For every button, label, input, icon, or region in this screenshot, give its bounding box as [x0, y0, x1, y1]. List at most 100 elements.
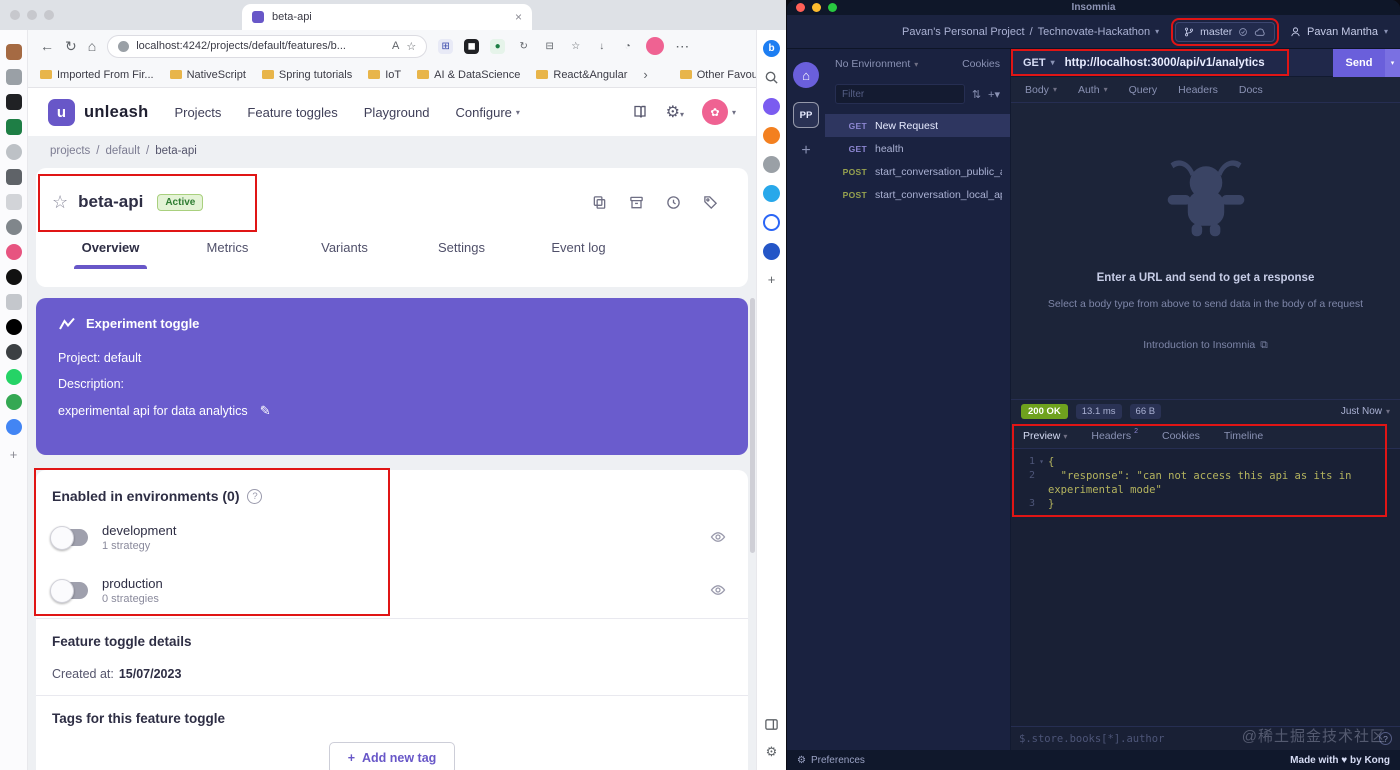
request-url[interactable]: http://localhost:3000/api/v1/analytics: [1065, 57, 1333, 69]
pinned-tab-favicon[interactable]: [5, 169, 22, 185]
pinned-tab-favicon[interactable]: [5, 144, 22, 160]
extension-icon[interactable]: ⊞: [438, 38, 454, 54]
fold-caret-icon[interactable]: ▾: [1035, 455, 1048, 469]
pinned-tab-favicon[interactable]: [5, 219, 22, 235]
workspace-breadcrumb[interactable]: Pavan's Personal Project / Technovate-Ha…: [902, 26, 1159, 38]
request-item[interactable]: GET New Request: [825, 114, 1010, 137]
split-screen-icon[interactable]: ⊟: [542, 39, 557, 54]
close-window-icon[interactable]: [796, 3, 805, 12]
refresh-icon[interactable]: ↻: [65, 39, 77, 53]
bookmark-folder[interactable]: IoT: [368, 69, 401, 81]
add-project-icon[interactable]: +: [801, 142, 810, 160]
tab-metrics[interactable]: Metrics: [169, 228, 286, 269]
tab-event-log[interactable]: Event log: [520, 228, 637, 269]
pinned-tab-favicon[interactable]: [5, 394, 22, 410]
settings-gear-icon[interactable]: ⚙▾: [666, 102, 684, 122]
tab-headers[interactable]: Headers: [1178, 84, 1218, 96]
request-filter-input[interactable]: [835, 84, 965, 104]
pinned-tab-favicon[interactable]: [5, 294, 22, 310]
extension-icon[interactable]: ◼: [464, 38, 480, 54]
nav-feature-toggles[interactable]: Feature toggles: [247, 105, 337, 120]
scrollbar-thumb[interactable]: [750, 298, 755, 553]
tab-timeline[interactable]: Timeline: [1224, 430, 1263, 442]
visibility-eye-icon[interactable]: [710, 582, 726, 598]
drop-icon[interactable]: [763, 214, 780, 231]
visibility-eye-icon[interactable]: [710, 529, 726, 545]
nav-playground[interactable]: Playground: [364, 105, 430, 120]
bookmarks-overflow-icon[interactable]: ›: [643, 67, 647, 82]
request-item[interactable]: POST start_conversation_public_api: [825, 160, 1010, 183]
shopping-icon[interactable]: [763, 127, 780, 144]
minimize-window-icon[interactable]: [812, 3, 821, 12]
pinned-tab-favicon[interactable]: [5, 269, 22, 285]
tab-overview[interactable]: Overview: [52, 228, 169, 269]
bookmark-folder[interactable]: Spring tutorials: [261, 69, 352, 81]
search-icon[interactable]: [763, 69, 780, 86]
pinned-tab-favicon[interactable]: [5, 244, 22, 260]
home-button[interactable]: ⌂: [793, 62, 819, 88]
minimize-window-icon[interactable]: [27, 10, 37, 20]
more-menu-icon[interactable]: ⋯: [675, 39, 689, 53]
close-window-icon[interactable]: [10, 10, 20, 20]
pinned-tab-favicon[interactable]: [5, 94, 22, 110]
edit-pencil-icon[interactable]: ✎: [260, 403, 271, 419]
bing-discover-icon[interactable]: b: [763, 40, 780, 57]
people-icon[interactable]: [763, 156, 780, 173]
window-controls[interactable]: [10, 10, 54, 20]
home-icon[interactable]: ⌂: [88, 39, 96, 53]
account-menu[interactable]: Pavan Mantha ▾: [1290, 26, 1388, 38]
response-body-viewer[interactable]: 1 ▾ { 2 "response": "can not access this…: [1011, 449, 1400, 519]
docs-book-icon[interactable]: [632, 104, 648, 120]
environment-selector[interactable]: No Environment ▾: [835, 58, 918, 70]
address-bar[interactable]: localhost:4242/projects/default/features…: [107, 34, 428, 58]
bookmark-folder[interactable]: AI & DataScience: [417, 69, 520, 81]
add-new-tag-button[interactable]: + Add new tag: [328, 742, 456, 770]
messenger-icon[interactable]: [763, 185, 780, 202]
bookmark-folder[interactable]: Imported From Fir...: [40, 69, 154, 81]
environment-toggle[interactable]: [50, 578, 88, 603]
pinned-tab-favicon[interactable]: [5, 369, 22, 385]
sidebar-panel-icon[interactable]: [764, 717, 779, 732]
tab-settings[interactable]: Settings: [403, 228, 520, 269]
nav-configure[interactable]: Configure ▾: [456, 105, 520, 120]
games-icon[interactable]: [763, 243, 780, 260]
copilot-icon[interactable]: [763, 98, 780, 115]
maximize-window-icon[interactable]: [828, 3, 837, 12]
project-avatar[interactable]: PP: [793, 102, 819, 128]
tab-close-icon[interactable]: ×: [515, 10, 522, 24]
extensions-icon[interactable]: ◔: [620, 39, 635, 54]
pinned-tab-favicon[interactable]: [5, 344, 22, 360]
settings-gear-icon[interactable]: ⚙: [766, 744, 778, 760]
cookies-button[interactable]: Cookies: [962, 58, 1000, 70]
tab-body[interactable]: Body ▾: [1025, 84, 1057, 96]
downloads-icon[interactable]: ↓: [594, 39, 609, 54]
send-button[interactable]: Send: [1333, 48, 1385, 77]
pinned-tab-favicon[interactable]: [5, 44, 22, 60]
extension-icon[interactable]: ↻: [516, 39, 531, 54]
sort-icon[interactable]: ⇅: [972, 88, 981, 101]
pinned-tab-favicon[interactable]: [5, 69, 22, 85]
pinned-tab-favicon[interactable]: [5, 419, 22, 435]
tab-docs[interactable]: Docs: [1239, 84, 1263, 96]
favorite-star-icon[interactable]: ☆: [52, 192, 68, 213]
request-item[interactable]: POST start_conversation_local_api: [825, 183, 1010, 206]
window-controls[interactable]: [796, 3, 837, 12]
favorite-star-icon[interactable]: ☆: [406, 40, 416, 53]
pinned-tab-favicon[interactable]: [5, 119, 22, 135]
history-clock-icon[interactable]: [666, 195, 681, 210]
send-options-icon[interactable]: ▾: [1385, 48, 1400, 77]
copy-icon[interactable]: [592, 195, 607, 210]
tab-variants[interactable]: Variants: [286, 228, 403, 269]
back-icon[interactable]: ←: [40, 39, 54, 53]
nav-projects[interactable]: Projects: [174, 105, 221, 120]
bookmark-folder[interactable]: React&Angular: [536, 69, 627, 81]
pinned-tab-favicon[interactable]: [5, 194, 22, 210]
site-info-icon[interactable]: [118, 40, 130, 52]
tab-preview[interactable]: Preview ▾: [1023, 430, 1067, 442]
preferences-button[interactable]: ⚙ Preferences: [797, 755, 865, 766]
maximize-window-icon[interactable]: [44, 10, 54, 20]
extension-icon[interactable]: ●: [490, 38, 506, 54]
archive-icon[interactable]: [629, 195, 644, 210]
environment-toggle[interactable]: [50, 525, 88, 550]
tab-auth[interactable]: Auth ▾: [1078, 84, 1108, 96]
